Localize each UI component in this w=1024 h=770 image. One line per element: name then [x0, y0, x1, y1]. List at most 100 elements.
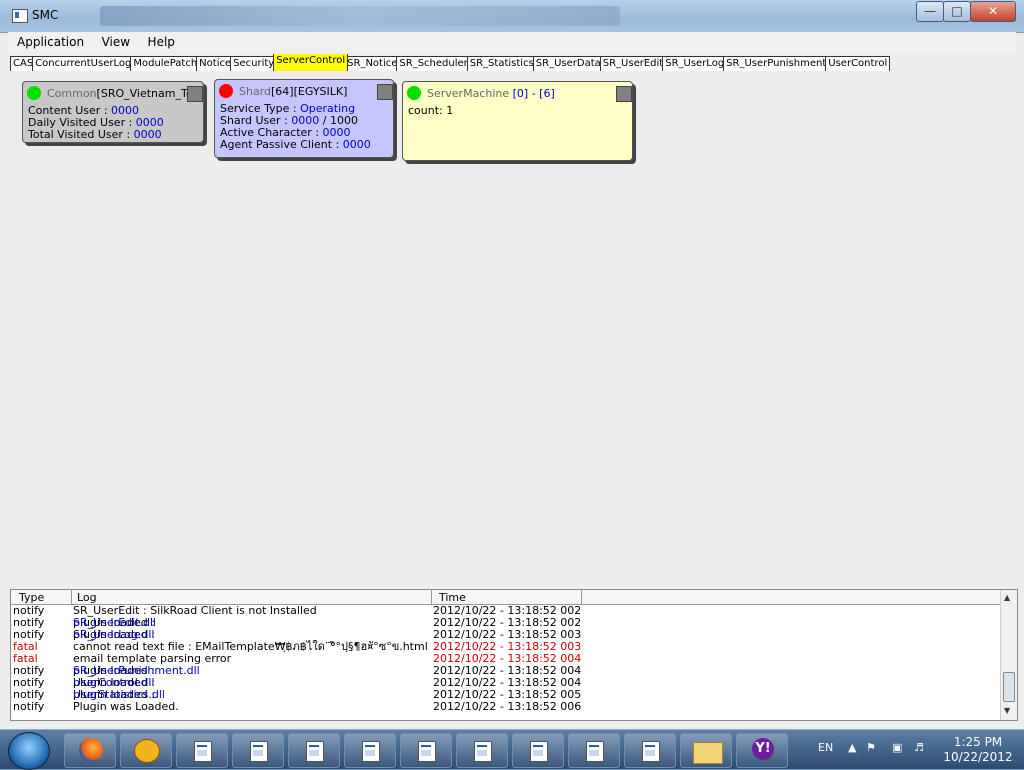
close-button[interactable]: ✕ [970, 1, 1016, 22]
minimize-button[interactable]: — [916, 1, 944, 22]
column-divider[interactable] [71, 590, 72, 604]
taskbar-button[interactable] [232, 733, 284, 768]
tab-sr-statistics[interactable]: SR_Statistics [466, 56, 537, 71]
card-title: Shard[64][EGYSILK] [239, 85, 347, 98]
card-menu-button[interactable] [616, 86, 632, 102]
scroll-thumb[interactable] [1003, 672, 1015, 702]
shard-card[interactable]: Shard[64][EGYSILK] Service Type : Operat… [214, 79, 394, 158]
smc-window: SMC — □ ✕ Application View Help CAS Concu… [0, 0, 1024, 729]
document-icon [418, 741, 436, 762]
scroll-up-arrow-icon[interactable]: ▲ [1004, 593, 1010, 602]
log-type: notify [13, 700, 45, 713]
taskbar-button[interactable] [288, 733, 340, 768]
total-visited-label: Total Visited User : [28, 128, 134, 141]
firefox-icon [79, 738, 103, 762]
status-indicator [219, 84, 233, 98]
document-icon [530, 741, 548, 762]
show-hidden-icons-icon[interactable]: ▲ [848, 741, 856, 754]
maximize-button[interactable]: □ [943, 1, 971, 22]
scroll-down-arrow-icon[interactable]: ▼ [1004, 706, 1010, 715]
card-title-prefix: Shard [239, 85, 272, 98]
emulator-icon [134, 739, 160, 763]
agent-passive-line: Agent Passive Client : 0000 [220, 138, 371, 151]
tab-strip: CAS ConcurrentUserLog ModulePatch Notice Sec… [10, 54, 1016, 71]
taskbar-button[interactable] [512, 733, 564, 768]
taskbar-button[interactable] [120, 733, 172, 768]
action-center-icon[interactable]: ⚑ [866, 741, 876, 754]
language-indicator[interactable]: EN [818, 741, 833, 754]
tab-sr-userpunishment[interactable]: SR_UserPunishment [723, 56, 830, 71]
log-list[interactable]: Type Log Time notify SR_UserEdit : SilkRo… [10, 589, 1018, 721]
document-icon [362, 741, 380, 762]
window-title: SMC [32, 8, 59, 22]
menu-application[interactable]: Application [8, 32, 89, 49]
volume-icon[interactable]: ♬ [914, 741, 924, 754]
system-clock[interactable]: 1:25 PM 10/22/2012 [940, 735, 1016, 765]
taskbar-button[interactable] [568, 733, 620, 768]
document-icon [306, 741, 324, 762]
network-icon[interactable]: ▣ [892, 741, 902, 754]
log-scrollbar[interactable]: ▲ ▼ [1000, 590, 1017, 720]
document-icon [474, 741, 492, 762]
tab-sr-userdata[interactable]: SR_UserData [532, 56, 604, 71]
taskbar-button[interactable]: Y! [736, 733, 788, 768]
column-divider[interactable] [581, 590, 582, 604]
taskbar-button[interactable] [456, 733, 508, 768]
title-bar[interactable]: SMC — □ ✕ [0, 0, 1024, 33]
tab-sr-useredit[interactable]: SR_UserEdit [599, 56, 667, 71]
taskbar-button[interactable] [400, 733, 452, 768]
agent-passive-label: Agent Passive Client : [220, 138, 343, 151]
shard-name: [EGYSILK] [293, 85, 348, 98]
yahoo-messenger-icon: Y! [752, 738, 774, 760]
tab-notice[interactable]: Notice [196, 56, 235, 71]
common-server-card[interactable]: Common[SRO_Vietnam_TestLo Content User :… [22, 81, 204, 143]
document-icon [642, 741, 660, 762]
status-indicator [27, 86, 41, 100]
column-divider[interactable] [431, 590, 432, 604]
column-header-log[interactable]: Log [77, 591, 97, 604]
column-header-time[interactable]: Time [439, 591, 466, 604]
taskbar: Y! EN ▲ ⚑ ▣ ♬ 1:25 PM 10/22/2012 [0, 729, 1024, 770]
taskbar-button[interactable] [64, 733, 116, 768]
clock-date: 10/22/2012 [943, 750, 1013, 764]
menu-view[interactable]: View [93, 32, 135, 49]
column-header-type[interactable]: Type [19, 591, 44, 604]
tab-usercontrol[interactable]: UserControl [825, 56, 891, 71]
tab-concurrentuserlog[interactable]: ConcurrentUserLog [32, 56, 135, 71]
obscured-title-area [100, 6, 620, 26]
total-visited-value: 0000 [133, 128, 162, 141]
taskbar-button[interactable] [176, 733, 228, 768]
start-button[interactable] [8, 732, 50, 770]
server-machine-card[interactable]: ServerMachine [0] - [6] count: 1 [402, 81, 633, 161]
machine-count: count: 1 [408, 104, 454, 117]
taskbar-button[interactable] [344, 733, 396, 768]
document-icon [250, 741, 268, 762]
tab-sr-scheduler[interactable]: SR_Scheduler [396, 56, 471, 71]
machine-range: [0] - [6] [512, 87, 555, 100]
tab-servercontrol[interactable]: ServerControl [273, 54, 349, 71]
card-title-prefix: Common [47, 87, 97, 100]
log-time: 2012/10/22 - 13:18:52 006 [433, 700, 582, 713]
card-title: ServerMachine [0] - [6] [427, 87, 555, 100]
tab-sr-userlog[interactable]: SR_UserLog [662, 56, 728, 71]
document-icon [586, 741, 604, 762]
card-title: Common[SRO_Vietnam_TestLo [47, 87, 203, 100]
status-indicator [407, 86, 421, 100]
menu-bar: Application View Help [8, 32, 1016, 52]
log-row[interactable]: notify Plugin was Loaded. 2012/10/22 - 13:… [11, 701, 1001, 713]
document-icon [194, 741, 212, 762]
card-menu-button[interactable] [377, 84, 393, 100]
log-message-text: Plugin was Loaded. [73, 700, 179, 713]
card-menu-button[interactable] [187, 86, 203, 102]
tab-security[interactable]: Security [230, 56, 278, 71]
folder-icon [693, 742, 723, 764]
app-icon [12, 9, 28, 23]
log-header: Type Log Time [11, 590, 1001, 605]
taskbar-button[interactable] [680, 733, 732, 768]
total-visited-line: Total Visited User : 0000 [28, 128, 162, 141]
tab-modulepatch[interactable]: ModulePatch [130, 56, 201, 71]
shard-id: [64] [271, 85, 294, 98]
tab-sr-notice[interactable]: SR_Notice [344, 56, 401, 71]
menu-help[interactable]: Help [139, 32, 180, 49]
taskbar-button[interactable] [624, 733, 676, 768]
